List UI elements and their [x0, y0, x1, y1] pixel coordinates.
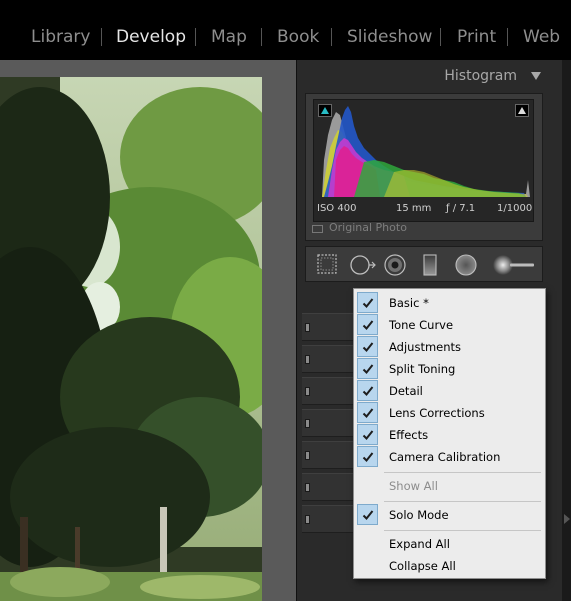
shadow-clipping-toggle[interactable]: [318, 104, 332, 117]
original-photo-label[interactable]: Original Photo: [329, 221, 407, 234]
module-separator: [195, 28, 196, 46]
menu-item-split-toning[interactable]: Split Toning: [355, 358, 544, 380]
image-preview-area[interactable]: [0, 60, 296, 601]
graduated-filter-icon[interactable]: [418, 247, 442, 283]
menu-separator: [384, 530, 541, 531]
triangle-icon: [321, 107, 329, 114]
photo-preview[interactable]: [0, 77, 262, 601]
checkmark-icon: [357, 314, 378, 335]
menu-item-label: Adjustments: [389, 340, 462, 354]
menu-item-expand-all[interactable]: Expand All: [355, 533, 544, 555]
menu-item-label: Detail: [389, 384, 423, 398]
checkmark-icon: [357, 446, 378, 467]
histogram-panel: ISO 400 15 mm ƒ / 7.1 1/1000 Original Ph…: [305, 93, 543, 241]
menu-item-label: Show All: [389, 479, 438, 493]
module-separator: [261, 28, 262, 46]
menu-separator: [384, 501, 541, 502]
checkmark-icon: [357, 380, 378, 401]
menu-item-show-all: Show All: [355, 475, 544, 497]
panel-section-header[interactable]: [302, 345, 358, 373]
module-separator: [440, 28, 441, 46]
menu-item-lens-corrections[interactable]: Lens Corrections: [355, 402, 544, 424]
module-develop[interactable]: Develop: [116, 27, 186, 47]
checkmark-icon: [357, 292, 378, 313]
histogram-title: Histogram: [444, 68, 517, 84]
menu-item-solo-mode[interactable]: Solo Mode: [355, 504, 544, 526]
panel-section-header[interactable]: [302, 505, 358, 533]
exif-shutter-speed: 1/1000: [497, 203, 533, 214]
module-separator: [331, 28, 332, 46]
panel-section-header[interactable]: [302, 409, 358, 437]
menu-item-tone-curve[interactable]: Tone Curve: [355, 314, 544, 336]
checkmark-icon: [357, 336, 378, 357]
panel-switch-icon[interactable]: [305, 387, 310, 396]
menu-item-label: Expand All: [389, 537, 450, 551]
original-photo-checkbox[interactable]: [312, 225, 323, 233]
panel-switch-icon[interactable]: [305, 483, 310, 492]
panel-section-header[interactable]: [302, 377, 358, 405]
panel-collapse-triangle-icon[interactable]: [531, 72, 541, 80]
exif-aperture: ƒ / 7.1: [446, 203, 476, 214]
panel-switch-icon[interactable]: [305, 355, 310, 364]
menu-item-label: Split Toning: [389, 362, 456, 376]
highlight-clipping-toggle[interactable]: [515, 104, 529, 117]
menu-item-camera-calibration[interactable]: Camera Calibration: [355, 446, 544, 468]
panel-switch-icon[interactable]: [305, 515, 310, 524]
panel-switch-icon[interactable]: [305, 451, 310, 460]
panel-visibility-context-menu: Basic * Tone Curve Adjustments Split Ton…: [353, 288, 546, 579]
module-picker: Library Develop Map Book Slideshow Print…: [0, 0, 571, 60]
panel-switch-icon[interactable]: [305, 419, 310, 428]
panel-section-header[interactable]: [302, 473, 358, 501]
menu-item-effects[interactable]: Effects: [355, 424, 544, 446]
module-separator: [101, 28, 102, 46]
menu-item-collapse-all[interactable]: Collapse All: [355, 555, 544, 577]
module-slideshow[interactable]: Slideshow: [347, 27, 432, 47]
module-separator: [507, 28, 508, 46]
radial-filter-icon[interactable]: [452, 247, 480, 283]
spot-removal-icon[interactable]: [346, 247, 378, 283]
module-web[interactable]: Web: [523, 27, 560, 47]
histogram-graph[interactable]: ISO 400 15 mm ƒ / 7.1 1/1000: [313, 99, 534, 222]
module-library[interactable]: Library: [31, 27, 90, 47]
panel-switch-icon[interactable]: [305, 323, 310, 332]
panel-section-header[interactable]: [302, 441, 358, 469]
histogram-header[interactable]: Histogram: [297, 60, 563, 90]
menu-item-adjustments[interactable]: Adjustments: [355, 336, 544, 358]
red-eye-correction-icon[interactable]: [382, 247, 408, 283]
module-map[interactable]: Map: [211, 27, 247, 47]
menu-item-label: Collapse All: [389, 559, 456, 573]
adjustment-brush-icon[interactable]: [490, 247, 538, 283]
module-print[interactable]: Print: [457, 27, 496, 47]
arrow-right-icon[interactable]: [564, 514, 570, 524]
menu-item-label: Effects: [389, 428, 429, 442]
menu-item-label: Camera Calibration: [389, 450, 501, 464]
exif-iso: ISO 400: [317, 203, 357, 214]
module-book[interactable]: Book: [277, 27, 319, 47]
menu-item-detail[interactable]: Detail: [355, 380, 544, 402]
checkmark-icon: [357, 358, 378, 379]
menu-item-label: Tone Curve: [389, 318, 454, 332]
exif-focal-length: 15 mm: [396, 203, 432, 214]
checkmark-icon: [357, 504, 378, 525]
panel-section-header[interactable]: [302, 313, 358, 341]
menu-item-label: Lens Corrections: [389, 406, 485, 420]
menu-item-label: Basic *: [389, 296, 429, 310]
checkmark-icon: [357, 424, 378, 445]
crop-overlay-icon[interactable]: [314, 247, 340, 283]
menu-separator: [384, 472, 541, 473]
checkmark-icon: [357, 402, 378, 423]
menu-item-label: Solo Mode: [389, 508, 449, 522]
triangle-icon: [518, 107, 526, 114]
tool-strip: [305, 246, 543, 282]
menu-item-basic[interactable]: Basic *: [355, 292, 544, 314]
